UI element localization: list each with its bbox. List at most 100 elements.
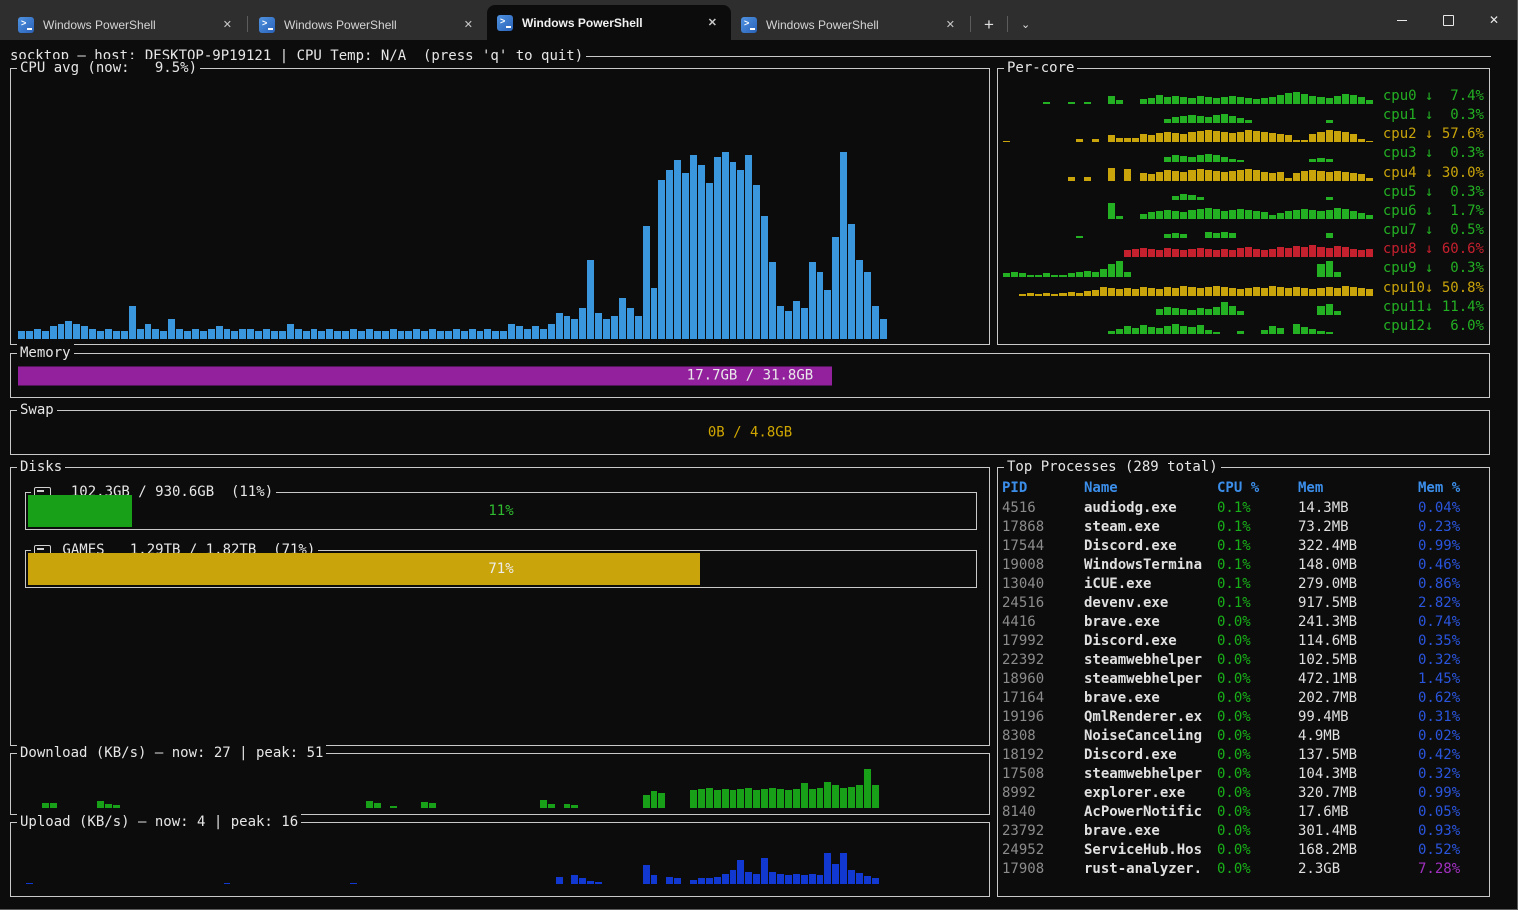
- histogram-bar: [1205, 117, 1212, 123]
- histogram-bar: [540, 800, 547, 808]
- histogram-bar: [1076, 139, 1083, 142]
- histogram-bar: [1269, 326, 1276, 334]
- histogram-bar: [1366, 141, 1373, 142]
- histogram-bar: [548, 324, 555, 339]
- histogram-bar: [287, 324, 294, 339]
- process-cell-cpu: 0.0%: [1217, 765, 1298, 784]
- histogram-bar: [1253, 131, 1260, 142]
- histogram-bar: [1188, 157, 1195, 162]
- swap-gauge-label: 0B / 4.8GB: [18, 423, 1482, 442]
- histogram-bar: [1197, 325, 1204, 334]
- process-cell-pid: 4516: [1002, 499, 1084, 518]
- histogram-bar: [105, 804, 112, 808]
- disk-gauge-box: GAMES 1.29TB / 1.82TB (71%) 71%: [25, 550, 977, 588]
- core-row-cpu4: cpu4 ↓ 30.0%: [1003, 164, 1484, 183]
- minimize-button[interactable]: [1379, 0, 1425, 40]
- histogram-bar: [556, 313, 563, 339]
- process-row: 17908rust-analyzer.0.0%2.3GB7.28%: [1002, 860, 1485, 879]
- new-tab-button[interactable]: +: [972, 9, 1006, 40]
- histogram-bar: [1003, 273, 1010, 276]
- tab-dropdown-button[interactable]: ⌄: [1009, 9, 1042, 40]
- histogram-bar: [1309, 210, 1316, 219]
- tab-close-icon[interactable]: ✕: [219, 18, 236, 31]
- histogram-bar: [1221, 132, 1228, 142]
- histogram-bar: [500, 331, 507, 339]
- histogram-bar: [1188, 310, 1195, 315]
- close-button[interactable]: ✕: [1471, 0, 1517, 40]
- histogram-bar: [1213, 233, 1220, 238]
- column-header-pid: PID: [1002, 480, 1084, 499]
- tab-close-icon[interactable]: ✕: [704, 16, 721, 29]
- histogram-bar: [50, 803, 57, 808]
- process-row: 8992explorer.exe0.0%320.7MB0.99%: [1002, 784, 1485, 803]
- process-cell-name: Discord.exe: [1084, 746, 1217, 765]
- histogram-bar: [1164, 326, 1171, 334]
- process-cell-pid: 17908: [1002, 860, 1084, 879]
- process-row: 8308NoiseCanceling0.0%4.9MB0.02%: [1002, 727, 1485, 746]
- histogram-bar: [1245, 98, 1252, 104]
- tab-close-icon[interactable]: ✕: [460, 18, 477, 31]
- process-cell-name: AcPowerNotific: [1084, 803, 1217, 822]
- histogram-bar: [1253, 211, 1260, 219]
- disks-panel: Disks 102.3GB / 930.6GB (11%) 11% GAMES …: [10, 467, 990, 746]
- histogram-bar: [761, 858, 768, 884]
- histogram-bar: [1180, 194, 1187, 200]
- histogram-bar: [840, 152, 847, 339]
- process-row: 24516devenv.exe0.1%917.5MB2.82%: [1002, 594, 1485, 613]
- histogram-bar: [1277, 328, 1284, 334]
- core-row-cpu6: cpu6 ↓ 1.7%: [1003, 202, 1484, 221]
- process-cell-name: devenv.exe: [1084, 594, 1217, 613]
- histogram-bar: [1156, 133, 1163, 142]
- process-table-body: 4516audiodg.exe0.1%14.3MB0.04%17868steam…: [1002, 499, 1485, 892]
- histogram-bar: [390, 806, 397, 808]
- histogram-bar: [1221, 287, 1228, 296]
- histogram-bar: [1164, 170, 1171, 181]
- histogram-bar: [698, 165, 705, 339]
- histogram-bar: [1108, 96, 1115, 104]
- histogram-bar: [1140, 287, 1147, 296]
- process-cell-cpu: 0.0%: [1217, 822, 1298, 841]
- histogram-bar: [824, 290, 831, 339]
- histogram-bar: [1108, 203, 1115, 219]
- histogram-bar: [65, 321, 72, 339]
- histogram-bar: [1277, 247, 1284, 257]
- histogram-bar: [1205, 208, 1212, 219]
- histogram-bar: [1342, 209, 1349, 219]
- process-cell-name: NoiseCanceling: [1084, 727, 1217, 746]
- histogram-bar: [1229, 306, 1236, 315]
- tab-windows-powershell-3-active[interactable]: Windows PowerShell ✕: [487, 5, 731, 40]
- histogram-bar: [1221, 97, 1228, 104]
- histogram-bar: [1059, 275, 1066, 277]
- histogram-bar: [1213, 286, 1220, 296]
- histogram-bar: [856, 873, 863, 884]
- tab-windows-powershell-2[interactable]: Windows PowerShell ✕: [249, 9, 487, 40]
- histogram-bar: [603, 319, 610, 339]
- histogram-bar: [753, 874, 760, 884]
- histogram-bar: [1285, 135, 1292, 142]
- process-cell-mem: 322.4MB: [1298, 537, 1418, 556]
- histogram-bar: [1229, 171, 1236, 181]
- histogram-bar: [1164, 234, 1171, 238]
- histogram-bar: [777, 874, 784, 884]
- histogram-bar: [390, 329, 397, 339]
- histogram-bar: [1172, 133, 1179, 142]
- maximize-button[interactable]: [1425, 0, 1471, 40]
- histogram-bar: [1124, 169, 1131, 181]
- process-row: 18192Discord.exe0.0%137.5MB0.42%: [1002, 746, 1485, 765]
- histogram-bar: [1301, 140, 1308, 142]
- histogram-bar: [1366, 100, 1373, 104]
- download-histogram: [18, 766, 982, 808]
- tab-close-icon[interactable]: ✕: [942, 18, 959, 31]
- core-row-cpu5: cpu5 ↓ 0.3%: [1003, 183, 1484, 202]
- tab-label: Windows PowerShell: [284, 18, 397, 32]
- per-core-panel-title: Per-core: [1004, 59, 1077, 77]
- histogram-bar: [1326, 332, 1333, 334]
- histogram-bar: [1180, 97, 1187, 104]
- histogram-bar: [651, 875, 658, 884]
- histogram-bar: [73, 324, 80, 339]
- tab-windows-powershell-4[interactable]: Windows PowerShell ✕: [731, 9, 969, 40]
- column-header-mempct: Mem %: [1418, 480, 1485, 499]
- histogram-bar: [571, 319, 578, 339]
- tab-windows-powershell-1[interactable]: Windows PowerShell ✕: [8, 9, 246, 40]
- histogram-bar: [1188, 98, 1195, 104]
